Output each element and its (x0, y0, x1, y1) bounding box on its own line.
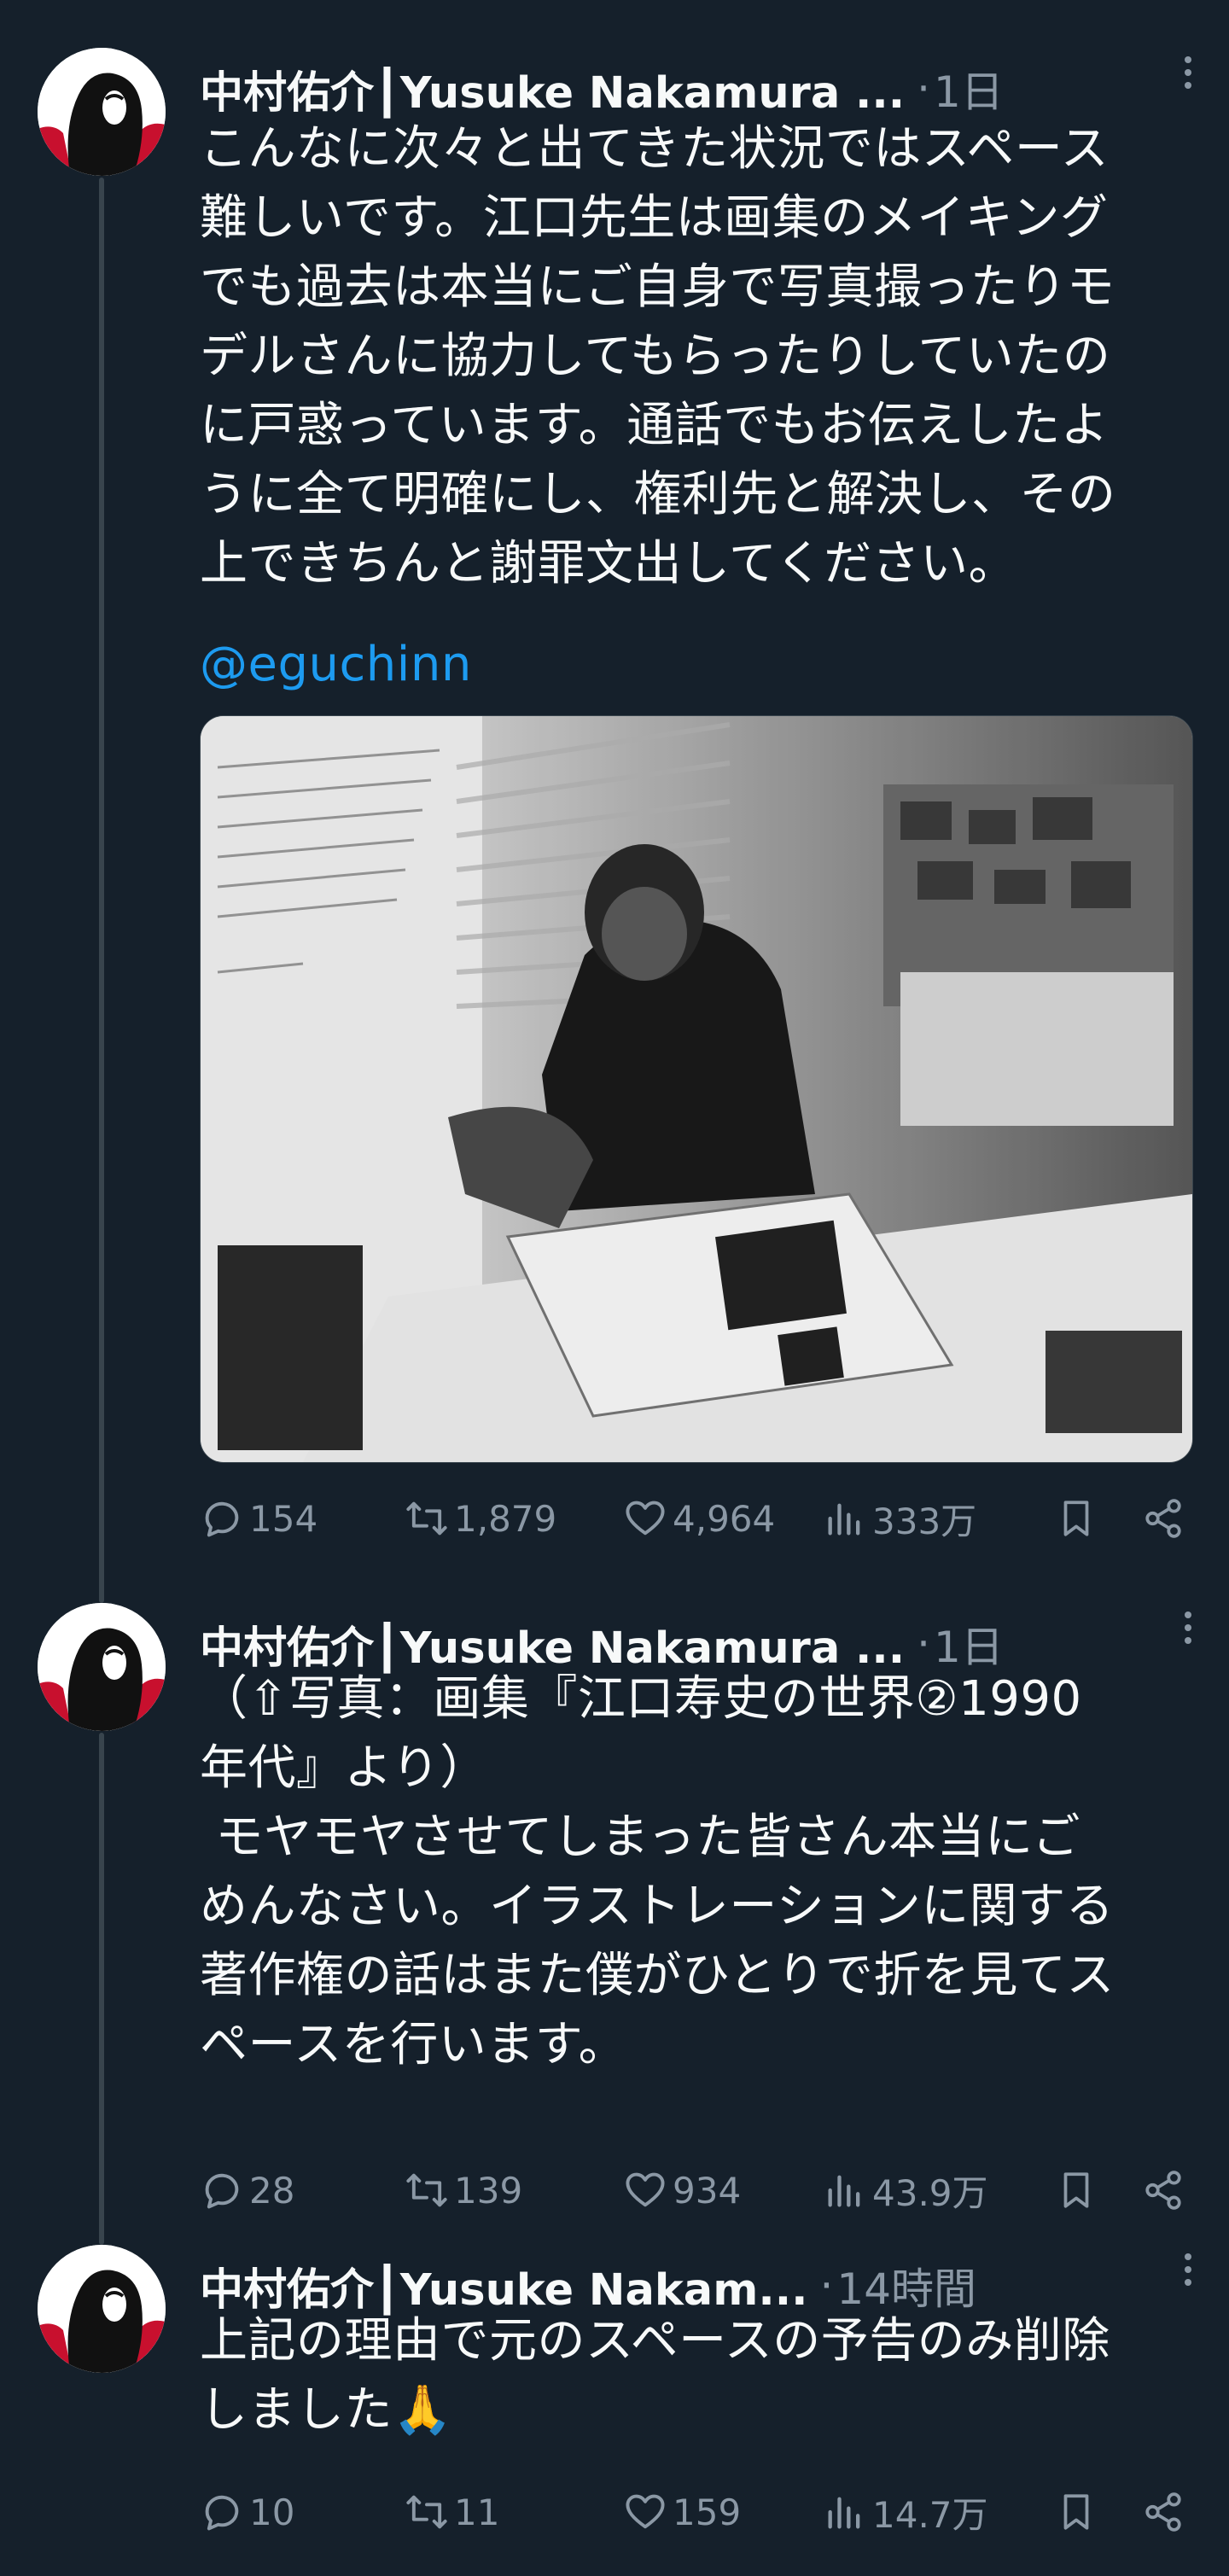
views-count: 14.7万 (872, 2493, 988, 2536)
avatar-image (38, 48, 166, 176)
bookmark-icon (1063, 2494, 1089, 2530)
views-icon (828, 2175, 860, 2207)
tweet-actions: 10 11 159 14.7万 (200, 2482, 1198, 2542)
like-button[interactable]: 4,964 (623, 1496, 775, 1541)
reply-count: 154 (249, 1497, 318, 1540)
like-button[interactable]: 159 (623, 2490, 741, 2534)
thread-connector (99, 1733, 104, 2245)
tweet-actions: 154 1,879 4,964 333万 (200, 1489, 1198, 1548)
reply-icon (205, 2495, 239, 2531)
retweet-button[interactable]: 139 (405, 2168, 522, 2212)
retweet-icon (406, 1501, 447, 1536)
retweet-button[interactable]: 11 (405, 2490, 499, 2534)
tweet-text: こんなに次々と出てきた状況ではスペース 難しいです。江口先生は画集のメイキング … (200, 121, 1116, 592)
reply-button[interactable]: 10 (200, 2490, 294, 2534)
reply-icon (205, 1501, 239, 1537)
views-button[interactable]: 14.7万 (823, 2486, 988, 2538)
bookmark-icon (1063, 2172, 1089, 2208)
reply-button[interactable]: 154 (200, 1496, 317, 1541)
avatar-image (38, 1603, 166, 1731)
share-icon (1145, 2171, 1181, 2210)
reply-count: 10 (249, 2491, 295, 2533)
heart-icon (626, 2172, 665, 2207)
more-icon[interactable] (1171, 51, 1205, 94)
avatar[interactable] (38, 48, 166, 176)
share-icon (1145, 2492, 1181, 2532)
retweet-count: 11 (454, 2491, 500, 2533)
share-button[interactable] (1142, 1497, 1185, 1540)
share-button[interactable] (1142, 2169, 1185, 2212)
avatar[interactable] (38, 2245, 166, 2373)
separator: · (819, 2261, 834, 2311)
retweet-button[interactable]: 1,879 (405, 1496, 556, 1541)
bookmark-button[interactable] (1055, 2491, 1098, 2533)
reply-count: 28 (249, 2169, 295, 2212)
tweet-text: 上記の理由で元のスペースの予告のみ削除 しました🙏 (200, 2313, 1110, 2438)
tweet-header: 中村佑介┃Yusuke Nakam... · 14時間 (200, 2260, 1198, 2316)
like-count: 4,964 (673, 1497, 776, 1540)
like-count: 934 (673, 2169, 742, 2212)
share-button[interactable] (1142, 2491, 1185, 2533)
tweet-header: 中村佑介┃Yusuke Nakamura ... · 1日 (200, 63, 1198, 119)
more-icon[interactable] (1171, 2248, 1205, 2291)
reply-button[interactable]: 28 (200, 2168, 294, 2212)
views-icon (828, 1503, 860, 1536)
separator: · (917, 1619, 931, 1669)
retweet-count: 139 (454, 2169, 523, 2212)
timestamp[interactable]: 1日 (934, 58, 1004, 119)
author-name[interactable]: 中村佑介┃Yusuke Nakamura ... (200, 57, 905, 120)
bookmark-button[interactable] (1055, 1497, 1098, 1540)
tweet-header: 中村佑介┃Yusuke Nakamura ... · 1日 (200, 1618, 1198, 1674)
views-count: 333万 (872, 1500, 977, 1542)
avatar[interactable] (38, 1603, 166, 1731)
bookmark-button[interactable] (1055, 2169, 1098, 2212)
like-button[interactable]: 934 (623, 2168, 741, 2212)
tweet-actions: 28 139 934 43.9万 (200, 2160, 1198, 2220)
reply-icon (205, 2173, 239, 2209)
views-button[interactable]: 333万 (823, 1493, 976, 1545)
heart-icon (626, 2494, 665, 2529)
heart-icon (626, 1501, 665, 1536)
views-button[interactable]: 43.9万 (823, 2165, 988, 2217)
views-icon (828, 2497, 860, 2529)
more-icon[interactable] (1171, 1606, 1205, 1649)
mention-link[interactable]: @eguchinn (200, 630, 1198, 699)
like-count: 159 (673, 2491, 742, 2533)
bookmark-icon (1063, 1501, 1089, 1536)
separator: · (917, 64, 931, 114)
photo-image (201, 716, 1192, 1462)
thread-connector (99, 178, 104, 1603)
retweet-icon (406, 2173, 447, 2207)
tweet-text: （⇧写真：画集『江口寿史の世界②1990 年代』より） モヤモヤさせてしまった皆… (200, 1671, 1115, 2072)
tweet-photo[interactable] (200, 715, 1193, 1463)
avatar-image (38, 2245, 166, 2373)
retweet-count: 1,879 (454, 1497, 557, 1540)
views-count: 43.9万 (872, 2171, 988, 2214)
tweet-thread: 中村佑介┃Yusuke Nakamura ... · 1日 こんなに次々と出てき… (0, 0, 1229, 2576)
retweet-icon (406, 2495, 447, 2529)
share-icon (1145, 1499, 1181, 1538)
